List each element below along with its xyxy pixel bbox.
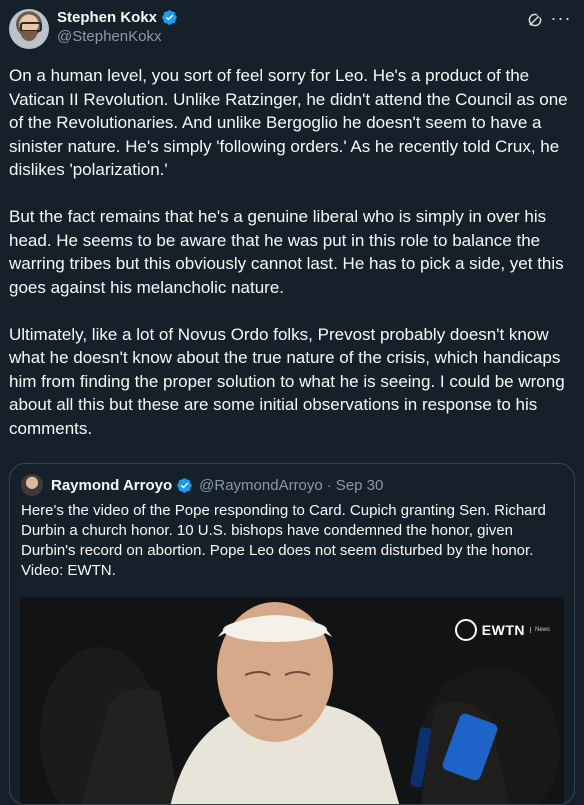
tweet-paragraph-2: But the fact remains that he's a genuine… [9,207,564,297]
quoted-tweet-header: Raymond Arroyo @RaymondArroyo · Sep 30 [21,474,383,496]
tweet-header: Stephen Kokx @StephenKokx ··· [9,9,572,53]
author-avatar[interactable] [9,9,49,49]
ewtn-logo-sub: News [529,627,550,633]
quoted-author-name: Raymond Arroyo [51,476,173,494]
verified-badge-icon [162,10,177,25]
ewtn-logo-text: EWTN [481,622,525,638]
quoted-author-handle: @RaymondArroyo [199,476,323,494]
quoted-tweet[interactable]: Raymond Arroyo @RaymondArroyo · Sep 30 H… [9,463,575,805]
quoted-tweet-text: Here's the video of the Pope responding … [21,502,546,579]
tweet-body: On a human level, you sort of feel sorry… [9,64,575,464]
more-icon[interactable]: ··· [550,9,572,31]
quoted-author-avatar [21,474,43,496]
tweet-paragraph-3: Ultimately, like a lot of Novus Ordo fol… [9,324,565,438]
author-info[interactable]: Stephen Kokx @StephenKokx [57,9,178,45]
quoted-video-thumbnail[interactable]: EWTN News [20,597,564,804]
grok-icon[interactable] [526,11,544,29]
quoted-separator: · [326,476,332,494]
author-handle[interactable]: @StephenKokx [57,28,178,45]
quoted-date: Sep 30 [335,476,384,494]
tweet-paragraph-1: On a human level, you sort of feel sorry… [9,66,568,179]
ewtn-globe-icon [454,619,477,641]
quoted-verified-badge-icon [177,477,192,493]
ewtn-logo: EWTN News [454,619,550,641]
author-name[interactable]: Stephen Kokx [57,9,157,26]
avatar-beard [21,31,37,41]
